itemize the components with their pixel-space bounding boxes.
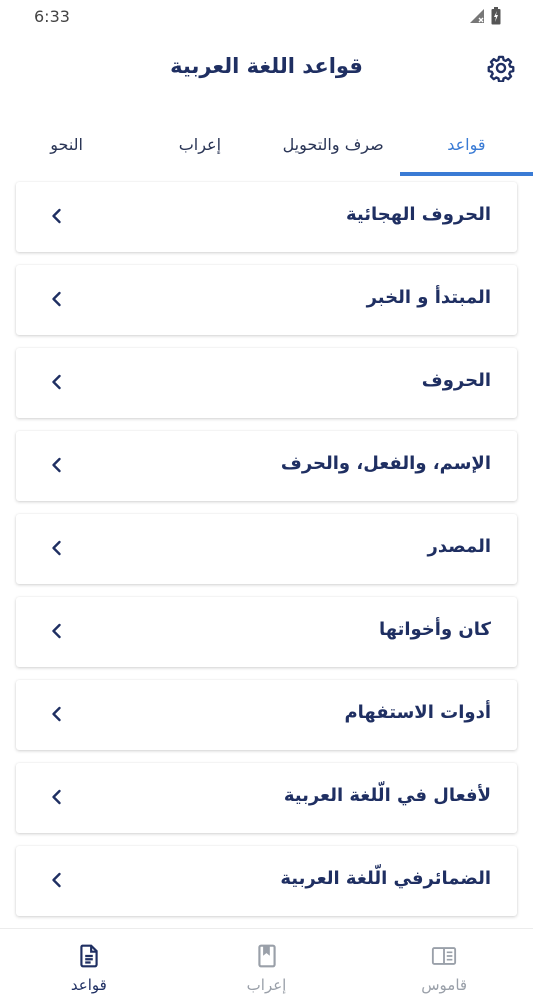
list-item[interactable]: كان وأخواتها — [16, 597, 517, 667]
list-item[interactable]: الحروف — [16, 348, 517, 418]
tab-label: النحو — [50, 134, 83, 154]
chevron-left-icon — [52, 540, 61, 556]
list-item[interactable]: لأفعال في الّلغة العربية — [16, 763, 517, 833]
lesson-list: الحروف الهجائية المبتدأ و الخبر الحروف ا… — [16, 182, 517, 929]
tab-parsing[interactable]: إعراب — [133, 112, 266, 176]
bottom-navigation: قواعد إعراب قاموس — [0, 928, 533, 1001]
chevron-left-icon — [52, 789, 61, 805]
nav-label: إعراب — [246, 976, 287, 994]
chevron-left-icon — [52, 208, 61, 224]
chevron-left-icon — [52, 623, 61, 639]
app-title: قواعد اللغة العربية — [170, 54, 363, 78]
list-item-label: الإسم، والفعل، والحرف — [280, 453, 491, 474]
chevron-left-icon — [52, 706, 61, 722]
status-bar: 6:33 — [0, 0, 533, 32]
list-item[interactable]: المصدر — [16, 514, 517, 584]
list-item[interactable]: الإسم، والفعل، والحرف — [16, 431, 517, 501]
dictionary-icon — [432, 947, 457, 965]
tab-morphology[interactable]: صرف والتحويل — [267, 112, 400, 176]
list-item-label: أدوات الاستفهام — [344, 702, 491, 723]
tab-grammar[interactable]: النحو — [0, 112, 133, 176]
chevron-left-icon — [52, 291, 61, 307]
tab-bar: قواعد صرف والتحويل إعراب النحو — [0, 112, 533, 176]
chevron-left-icon — [52, 457, 61, 473]
app-bar: قواعد اللغة العربية — [0, 32, 533, 106]
list-item-label: المصدر — [427, 536, 492, 557]
status-icons — [469, 7, 501, 25]
list-item-label: المبتدأ و الخبر — [366, 287, 491, 308]
list-item[interactable]: الضمائرفي الّلغة العربية — [16, 846, 517, 916]
tab-rules[interactable]: قواعد — [399, 112, 533, 176]
chevron-left-icon — [52, 872, 61, 888]
list-item-label: لأفعال في الّلغة العربية — [283, 785, 491, 806]
signal-icon — [470, 9, 484, 23]
settings-gear-icon[interactable] — [487, 54, 515, 82]
list-item-label: الحروف — [421, 370, 491, 391]
tab-label: صرف والتحويل — [282, 134, 384, 154]
tab-label: قواعد — [447, 134, 486, 154]
status-time: 6:33 — [34, 7, 70, 26]
battery-icon — [491, 7, 501, 25]
chevron-left-icon — [52, 374, 61, 390]
list-item-label: كان وأخواتها — [378, 619, 491, 640]
list-item-label: الحروف الهجائية — [345, 204, 491, 225]
list-item[interactable]: الحروف الهجائية — [16, 182, 517, 252]
nav-rules[interactable]: قواعد — [0, 929, 178, 1001]
nav-label: قواعد — [70, 976, 107, 994]
nav-parsing[interactable]: إعراب — [178, 929, 356, 1001]
document-icon — [80, 944, 98, 968]
list-item[interactable]: أدوات الاستفهام — [16, 680, 517, 750]
nav-dictionary[interactable]: قاموس — [355, 929, 533, 1001]
list-item[interactable]: المبتدأ و الخبر — [16, 265, 517, 335]
nav-label: قاموس — [421, 976, 468, 994]
list-item-label: الضمائرفي الّلغة العربية — [280, 868, 491, 889]
bookmark-book-icon — [257, 944, 276, 968]
tab-label: إعراب — [178, 134, 222, 154]
